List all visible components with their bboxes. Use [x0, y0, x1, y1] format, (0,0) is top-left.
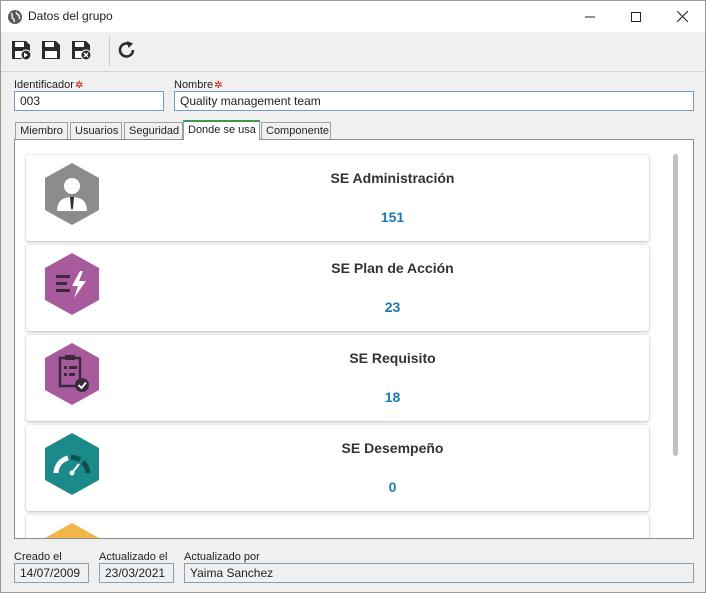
- tab-donde-se-usa[interactable]: Donde se usa: [183, 120, 260, 140]
- minimize-icon: [585, 16, 595, 17]
- module-count[interactable]: 18: [26, 389, 649, 405]
- title-bar: Datos del grupo: [1, 1, 705, 32]
- module-card-partial[interactable]: [26, 515, 649, 538]
- module-icon: [45, 523, 99, 538]
- save-close-icon: [72, 41, 92, 61]
- toolbar: [1, 32, 705, 72]
- toolbar-separator: [109, 36, 110, 66]
- actualizado-por-label: Actualizado por: [184, 551, 260, 563]
- save-close-button[interactable]: [69, 38, 93, 62]
- module-count[interactable]: 151: [26, 209, 649, 225]
- close-button[interactable]: [659, 1, 705, 32]
- maximize-icon: [631, 11, 641, 22]
- required-icon: ✲: [74, 80, 84, 91]
- module-card-requisito[interactable]: SE Requisito 18: [26, 335, 649, 421]
- nombre-field[interactable]: Quality management team: [174, 91, 694, 111]
- module-card-administracion[interactable]: SE Administración 151: [26, 155, 649, 241]
- scrollbar-thumb[interactable]: [673, 154, 678, 456]
- module-count[interactable]: 0: [26, 479, 649, 495]
- save-button[interactable]: [39, 38, 63, 62]
- module-name: SE Requisito: [349, 350, 436, 366]
- module-card-desempeno[interactable]: SE Desempeño 0: [26, 425, 649, 511]
- tab-usuarios[interactable]: Usuarios: [70, 122, 122, 139]
- window-title: Datos del grupo: [28, 9, 113, 23]
- close-icon: [676, 11, 688, 22]
- module-count[interactable]: 23: [26, 299, 649, 315]
- save-new-icon: [12, 41, 32, 61]
- refresh-icon: [118, 41, 135, 58]
- identificador-field[interactable]: 003: [14, 91, 164, 111]
- required-icon: ✲: [214, 80, 223, 91]
- minimize-button[interactable]: [567, 1, 613, 32]
- save-new-button[interactable]: [9, 38, 33, 62]
- tab-miembro[interactable]: Miembro: [15, 122, 68, 139]
- nombre-label: Nombre✲: [174, 79, 223, 91]
- where-used-panel: SE Administración 151 SE Plan de Acción …: [14, 139, 694, 539]
- creado-label: Creado el: [14, 551, 62, 563]
- globe-icon: [7, 9, 23, 25]
- save-icon: [42, 41, 60, 59]
- module-name: SE Plan de Acción: [331, 260, 454, 276]
- group-data-window: Datos del grupo Identificador✲ 003 Nombr…: [0, 0, 706, 593]
- creado-field: 14/07/2009: [14, 563, 89, 583]
- actualizado-por-field: Yaima Sanchez: [184, 563, 694, 583]
- maximize-button[interactable]: [613, 1, 659, 32]
- module-name: SE Administración: [330, 170, 455, 186]
- identificador-label: Identificador✲: [14, 79, 84, 91]
- actualizado-field: 23/03/2021: [99, 563, 174, 583]
- module-card-plan-accion[interactable]: SE Plan de Acción 23: [26, 245, 649, 331]
- refresh-button[interactable]: [115, 38, 139, 62]
- tab-componente[interactable]: Componente: [261, 122, 331, 139]
- actualizado-label: Actualizado el: [99, 551, 168, 563]
- tab-seguridad[interactable]: Seguridad: [124, 122, 183, 139]
- module-name: SE Desempeño: [341, 440, 444, 456]
